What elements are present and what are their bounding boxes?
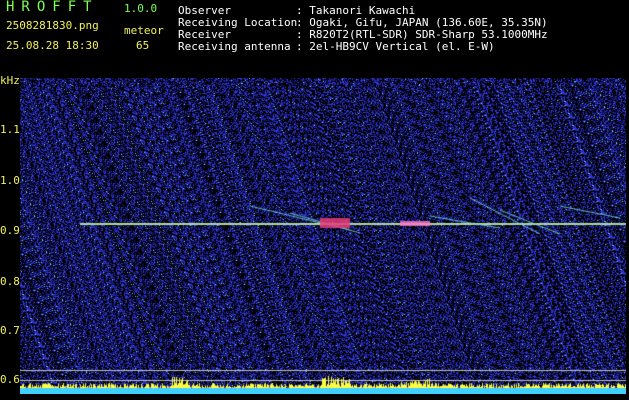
detector-count: 65 xyxy=(136,39,150,52)
detector-label: meteor xyxy=(124,24,164,37)
antenna-value: : 2el-HB9CV Vertical (el. E-W) xyxy=(296,40,495,53)
y-tick: 0.8 xyxy=(0,275,20,288)
antenna-label: Receiving antenna xyxy=(178,40,291,53)
timestamp: 25.08.28 18:30 xyxy=(6,39,99,52)
app-title: HROFFT xyxy=(6,0,99,15)
app-version: 1.0.0 xyxy=(124,2,158,15)
y-tick: 1.0 xyxy=(0,174,20,187)
spectrogram xyxy=(20,78,626,394)
y-tick: 1.1 xyxy=(0,123,20,136)
y-tick: 0.9 xyxy=(0,224,20,237)
y-axis-unit: kHz xyxy=(0,74,20,87)
y-tick: 0.6 xyxy=(0,373,20,386)
y-tick: 0.7 xyxy=(0,324,20,337)
file-name: 2508281830.png xyxy=(6,19,99,32)
